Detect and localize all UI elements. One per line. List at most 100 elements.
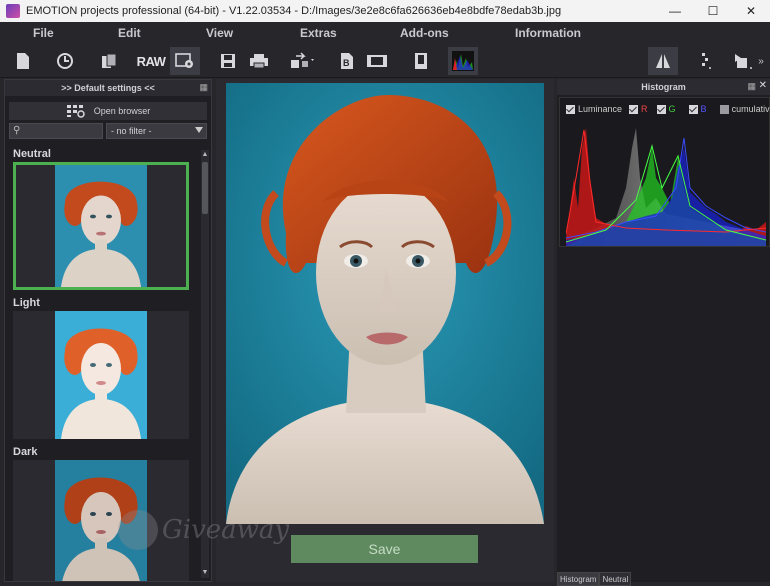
pin-icon[interactable]: ▦: [747, 81, 756, 92]
bottom-tabs: Histogram Neutral: [557, 572, 632, 586]
toolbar: RAW B »: [0, 44, 770, 78]
menu-file[interactable]: File: [33, 26, 54, 40]
history-icon: [57, 53, 73, 69]
image-view: Save: [216, 79, 554, 582]
histogram-panel: Histogram ▦ ✕ Luminance R G B cumulative: [557, 79, 770, 582]
window-controls: — ☐ ✕: [656, 0, 770, 22]
watermark-logo-icon: [118, 510, 158, 550]
export-side-icon: [735, 54, 752, 69]
preset-neutral[interactable]: Neutral: [13, 148, 193, 290]
search-input[interactable]: ⚲: [9, 123, 103, 139]
export-button[interactable]: [288, 47, 318, 75]
raw-button[interactable]: RAW: [136, 47, 166, 75]
open-browser-button[interactable]: Open browser: [9, 102, 207, 120]
settings-image-icon: [175, 53, 193, 68]
print-button[interactable]: [244, 47, 274, 75]
blue-label: B: [700, 104, 707, 114]
preset-label: Light: [13, 297, 40, 309]
compare-button[interactable]: [648, 47, 678, 75]
cumulative-label: cumulative: [731, 104, 770, 114]
film-button[interactable]: [362, 47, 392, 75]
book-icon: [415, 53, 427, 69]
split-view-button[interactable]: [690, 47, 720, 75]
green-checkbox[interactable]: [656, 104, 666, 114]
luminance-label: Luminance: [578, 104, 623, 114]
minimize-icon[interactable]: —: [656, 0, 694, 22]
preset-label: Neutral: [13, 148, 51, 160]
menu-bar: File Edit View Extras Add-ons Informatio…: [0, 22, 770, 44]
open-browser-label: Open browser: [93, 106, 151, 116]
green-label: G: [668, 104, 676, 114]
luminance-checkbox[interactable]: [566, 104, 575, 114]
presets-panel: >> Default settings << ▦ Open browser ⚲ …: [4, 79, 212, 582]
menu-information[interactable]: Information: [515, 26, 581, 40]
histogram-panel-title: Histogram: [641, 82, 686, 92]
watermark-text: Giveaway: [162, 515, 290, 545]
batch-button[interactable]: B: [332, 47, 362, 75]
copy-icon: [102, 53, 117, 68]
presets-panel-title: >> Default settings <<: [61, 83, 155, 93]
histogram-plot: [566, 128, 766, 246]
history-button[interactable]: [50, 47, 80, 75]
preset-label: Dark: [13, 446, 38, 458]
histogram-icon: [452, 51, 474, 71]
histogram-button[interactable]: [448, 47, 478, 75]
red-label: R: [641, 104, 648, 114]
save-button[interactable]: Save: [291, 535, 478, 563]
window-title: EMOTION projects professional (64-bit) -…: [26, 5, 562, 17]
scroll-up-icon[interactable]: ▲: [201, 150, 209, 160]
save-tool-button[interactable]: [213, 47, 243, 75]
menu-extras[interactable]: Extras: [300, 26, 337, 40]
histogram-panel-header: Histogram ▦ ✕: [557, 79, 770, 95]
cumulative-checkbox[interactable]: [719, 104, 729, 114]
portrait-thumbnail: [55, 165, 147, 287]
chevron-right-icon: »: [758, 55, 764, 67]
portrait-thumbnail: [55, 311, 147, 439]
title-bar: EMOTION projects professional (64-bit) -…: [0, 0, 770, 22]
tab-neutral[interactable]: Neutral: [599, 572, 632, 586]
raw-icon: RAW: [136, 53, 166, 69]
batch-icon: B: [341, 53, 353, 69]
menu-view[interactable]: View: [206, 26, 233, 40]
compare-icon: [656, 54, 670, 68]
app-logo-icon: [6, 4, 20, 18]
browser-icon: [66, 105, 85, 118]
filter-selected-value: - no filter -: [111, 126, 152, 136]
app-window: EMOTION projects professional (64-bit) -…: [0, 0, 770, 586]
copy-button[interactable]: [94, 47, 124, 75]
search-icon: ⚲: [13, 125, 21, 136]
export-icon: [291, 52, 314, 68]
split-icon: [702, 53, 711, 69]
preset-thumbnail[interactable]: [13, 311, 189, 439]
watermark: Giveaway: [118, 510, 289, 550]
main-portrait-image[interactable]: [226, 83, 544, 524]
scroll-thumb[interactable]: [202, 162, 208, 214]
blue-checkbox[interactable]: [688, 104, 698, 114]
book-button[interactable]: [406, 47, 436, 75]
film-icon: [367, 55, 387, 67]
pin-icon[interactable]: ▦: [199, 82, 208, 93]
close-icon[interactable]: ✕: [732, 0, 770, 22]
image-settings-button[interactable]: [170, 47, 200, 75]
menu-edit[interactable]: Edit: [118, 26, 141, 40]
close-icon[interactable]: ✕: [759, 80, 767, 91]
chevron-down-icon: [195, 127, 203, 133]
red-checkbox[interactable]: [629, 104, 639, 114]
new-document-button[interactable]: [8, 47, 38, 75]
toolbar-overflow-button[interactable]: »: [754, 47, 768, 75]
presets-panel-header: >> Default settings << ▦: [5, 80, 211, 96]
filter-select[interactable]: - no filter -: [106, 123, 207, 139]
maximize-icon[interactable]: ☐: [694, 0, 732, 22]
menu-addons[interactable]: Add-ons: [400, 26, 449, 40]
svg-text:B: B: [343, 58, 350, 68]
preset-light[interactable]: Light: [13, 297, 193, 439]
save-icon: [221, 54, 235, 68]
histogram-view: Luminance R G B cumulative: [559, 97, 770, 247]
new-document-icon: [17, 53, 29, 69]
print-icon: [250, 54, 268, 69]
scroll-down-icon[interactable]: ▼: [201, 568, 209, 578]
tab-histogram[interactable]: Histogram: [557, 572, 600, 586]
histogram-channel-toggles: Luminance R G B cumulative: [566, 104, 770, 114]
preset-thumbnail[interactable]: [13, 162, 189, 290]
filter-row: ⚲ - no filter -: [9, 123, 207, 139]
